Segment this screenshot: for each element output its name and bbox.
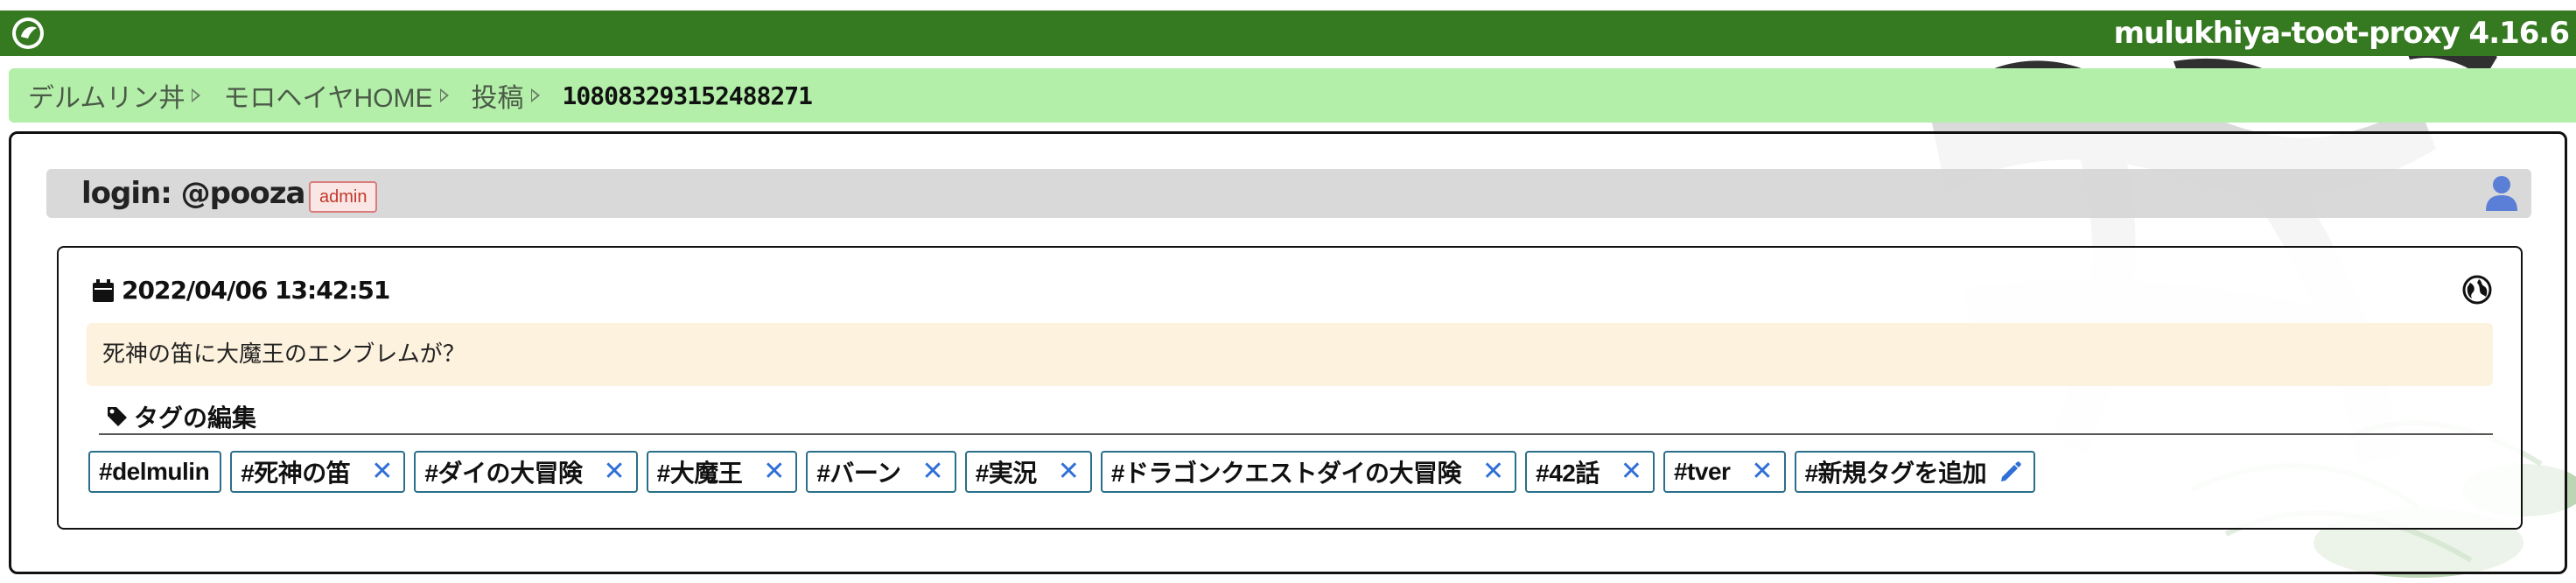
user-icon[interactable] — [2484, 174, 2519, 213]
tag-list: #delmulin #死神の笛 ✕ #ダイの大冒険 ✕ #大魔王 ✕ #バーン … — [88, 451, 2036, 493]
tag-chip[interactable]: #ダイの大冒険 ✕ — [414, 451, 638, 493]
tag-chip[interactable]: #死神の笛 ✕ — [230, 451, 406, 493]
tag-chip[interactable]: #ドラゴンクエストダイの大冒険 ✕ — [1100, 451, 1517, 493]
tag-section-title: タグの編集 — [99, 400, 2493, 435]
tag-icon — [106, 405, 129, 428]
toot-date-text: 2022/04/06 13:42:51 — [122, 276, 390, 305]
remove-tag-icon[interactable]: ✕ — [1620, 459, 1642, 485]
remove-tag-icon[interactable]: ✕ — [1482, 459, 1504, 485]
tag-section-label: タグの編集 — [134, 404, 257, 432]
toot-card: 2022/04/06 13:42:51 死神の笛に大魔王のエンブレムが？ タグの… — [57, 246, 2523, 530]
pencil-icon[interactable] — [1998, 460, 2023, 484]
tag-label: #バーン — [816, 460, 901, 487]
tag-chip[interactable]: #delmulin — [88, 451, 222, 493]
top-bar: mulukhiya-toot-proxy 4.16.6 — [0, 11, 2576, 56]
add-tag-label: #新規タグを追加 — [1804, 460, 1987, 487]
login-status: login: @pooza — [81, 176, 305, 211]
tag-chip[interactable]: #tver ✕ — [1662, 451, 1786, 493]
tag-label: #delmulin — [99, 458, 210, 485]
tag-label: #42話 — [1536, 460, 1600, 487]
tag-chip[interactable]: #42話 ✕ — [1525, 451, 1655, 493]
tag-chip[interactable]: #実況 ✕ — [964, 451, 1092, 493]
tag-label: #実況 — [975, 460, 1038, 487]
logo-icon[interactable] — [9, 16, 47, 51]
globe-icon — [2461, 274, 2493, 306]
admin-badge: admin — [309, 181, 378, 213]
chevron-right-icon — [530, 88, 540, 102]
tag-label: #tver — [1673, 458, 1731, 485]
breadcrumb-item-post[interactable]: 投稿 — [472, 76, 563, 115]
add-tag-button[interactable]: #新規タグを追加 — [1794, 451, 2036, 493]
login-bar: login: @pooza admin — [46, 169, 2531, 218]
toot-body: 死神の笛に大魔王のエンブレムが？ — [87, 323, 2493, 386]
breadcrumb-current: 108083293152488271 — [562, 81, 813, 110]
remove-tag-icon[interactable]: ✕ — [922, 459, 944, 485]
toot-date: 2022/04/06 13:42:51 — [92, 276, 390, 305]
calendar-icon — [92, 278, 115, 303]
breadcrumb-item-home[interactable]: モロヘイヤHOME — [223, 76, 471, 115]
remove-tag-icon[interactable]: ✕ — [1058, 459, 1080, 485]
main-card: login: @pooza admin 2022/04/06 13:42:51 — [9, 131, 2567, 574]
tag-label: #ドラゴンクエストダイの大冒険 — [1110, 460, 1462, 487]
remove-tag-icon[interactable]: ✕ — [763, 459, 785, 485]
remove-tag-icon[interactable]: ✕ — [604, 459, 626, 485]
tag-label: #死神の笛 — [241, 460, 351, 487]
remove-tag-icon[interactable]: ✕ — [1751, 459, 1773, 485]
breadcrumb: デルムリン丼 モロヘイヤHOME 投稿 108083293152488271 — [9, 68, 2576, 123]
chevron-right-icon — [192, 88, 201, 102]
chevron-right-icon — [439, 88, 449, 102]
breadcrumb-item-instance[interactable]: デルムリン丼 — [28, 76, 223, 115]
tag-chip[interactable]: #大魔王 ✕ — [646, 451, 798, 493]
tag-label: #ダイの大冒険 — [424, 460, 583, 487]
app-title: mulukhiya-toot-proxy 4.16.6 — [2113, 16, 2570, 51]
tag-chip[interactable]: #バーン ✕ — [806, 451, 956, 493]
tag-label: #大魔王 — [656, 460, 743, 487]
remove-tag-icon[interactable]: ✕ — [371, 459, 393, 485]
